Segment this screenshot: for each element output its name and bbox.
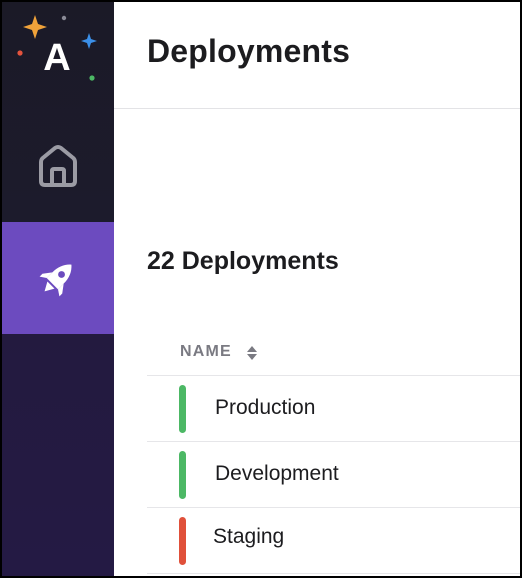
svg-text:A: A — [43, 37, 70, 79]
column-header-label: NAME — [180, 343, 232, 360]
deployments-table: NAME Production Development Staging — [147, 324, 520, 574]
status-indicator — [179, 451, 186, 499]
sidebar: A — [2, 2, 114, 576]
deployment-name: Production — [215, 396, 316, 419]
sidebar-item-deployments[interactable] — [2, 222, 114, 334]
deployment-name: Staging — [213, 525, 285, 548]
page-title: Deployments — [147, 33, 351, 69]
deployments-count-heading: 22 Deployments — [147, 247, 339, 275]
deployment-name: Development — [215, 462, 339, 485]
app-logo[interactable]: A — [2, 2, 114, 109]
sort-icon — [247, 346, 257, 360]
status-indicator — [179, 517, 186, 565]
column-header-name[interactable]: NAME — [147, 324, 520, 376]
table-row[interactable]: Development — [147, 442, 520, 508]
logo-icon: A — [17, 15, 97, 81]
app-window: A Deployments 22 Deployments NAME Produc… — [2, 2, 520, 576]
table-row[interactable]: Staging — [147, 508, 520, 574]
main-content: Deployments 22 Deployments NAME Producti… — [114, 2, 520, 576]
table-row[interactable]: Production — [147, 376, 520, 442]
home-icon — [39, 144, 77, 187]
page-header: Deployments — [114, 2, 520, 109]
sidebar-item-home[interactable] — [2, 109, 114, 222]
status-indicator — [179, 385, 186, 433]
rocket-icon — [39, 264, 72, 297]
